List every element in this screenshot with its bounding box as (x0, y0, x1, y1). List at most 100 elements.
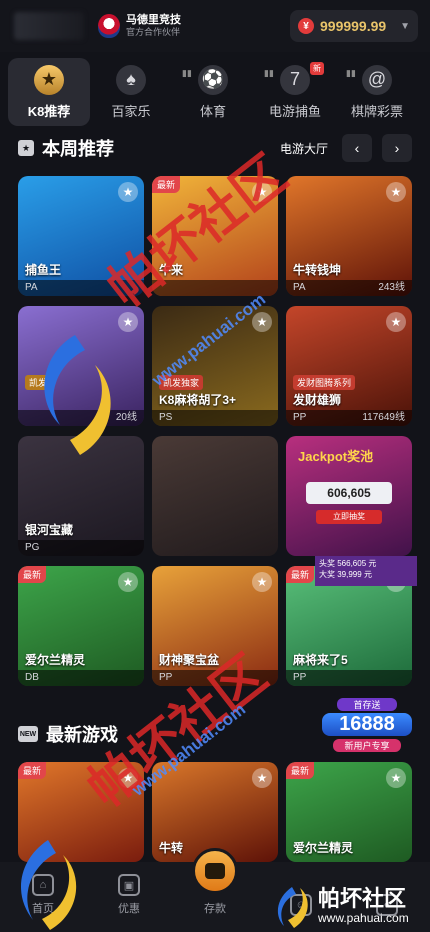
game-provider: PP (159, 672, 173, 683)
favorite-star-icon[interactable]: ★ (386, 312, 406, 332)
tab-k8-recommend[interactable]: ★ K8推荐 (8, 58, 90, 126)
game-card[interactable]: ★ 捕鱼王 PA (18, 176, 144, 296)
game-provider: PS (159, 412, 173, 423)
currency-icon: ¥ (298, 18, 314, 34)
game-provider: DB (25, 672, 39, 683)
home-icon: ⌂ (32, 874, 54, 896)
app-logo[interactable] (14, 12, 84, 40)
signal-icon: ▮▮ (346, 68, 356, 78)
medal-icon: ★ (34, 64, 64, 95)
corner-logo-name: 帕坏社区 (318, 886, 407, 911)
tab-label: 体育 (199, 103, 226, 119)
nav-label: 优惠 (118, 903, 140, 915)
gift-icon: ▣ (118, 874, 140, 896)
nav-promotions[interactable]: ▣ 优惠 (86, 862, 172, 932)
sponsor-subtitle: 官方合作伙伴 (126, 27, 181, 37)
new-tag: 最新 (18, 762, 47, 779)
favorite-star-icon[interactable]: ★ (252, 768, 272, 788)
game-card[interactable]: ★ 发财图腾系列 发财雄狮 PP 117649线 (286, 306, 412, 426)
game-provider: PP (293, 412, 307, 423)
favorite-star-icon[interactable]: ★ (118, 768, 138, 788)
game-card[interactable]: 银河宝藏 PG (18, 436, 144, 556)
prize-unit: 元 (363, 570, 372, 579)
game-provider: PA (293, 282, 306, 293)
prize-value: 39,999 (337, 570, 362, 579)
new-tag: 最新 (286, 566, 315, 583)
game-name: 牛来 (159, 263, 184, 277)
weekly-games-grid: ★ 捕鱼王 PA 最新 ★ 牛来 ★ 牛转钱坤 PA 243线 ★ 凯发 20线… (18, 176, 412, 686)
new-tag: 最新 (152, 176, 181, 193)
slot-seven-icon: 7 (280, 64, 310, 95)
game-name: 爱尔兰精灵 (25, 653, 86, 667)
poker-chip-icon: @ (362, 64, 392, 95)
next-button[interactable]: › (382, 134, 412, 162)
prev-button[interactable]: ‹ (342, 134, 372, 162)
balance-value: 999999.99 (320, 18, 387, 34)
signal-icon: ▮▮ (182, 68, 192, 78)
game-card[interactable]: 最新 ★ 爱尔兰精灵 (286, 762, 412, 862)
club-crest-icon (98, 14, 120, 38)
favorite-star-icon[interactable]: ★ (386, 182, 406, 202)
deposit-bonus-promo[interactable]: 首存送 16888 新用户专享 (322, 698, 412, 768)
prize-value: 566,605 (337, 559, 367, 568)
game-name: K8麻将胡了3+ (159, 393, 237, 407)
new-badge: 新 (310, 62, 324, 75)
prize-label: 大奖 (319, 570, 335, 579)
tab-label: 百家乐 (111, 103, 151, 119)
favorite-star-icon[interactable]: ★ (118, 572, 138, 592)
game-lines: 243线 (378, 282, 405, 293)
nav-home[interactable]: ⌂ 首页 (0, 862, 86, 932)
promo-chip: 凯发 (25, 375, 52, 390)
game-card[interactable]: 最新 ★ 爱尔兰精灵 DB (18, 566, 144, 686)
favorite-star-icon[interactable]: ★ (118, 312, 138, 332)
game-name: 银河宝藏 (25, 523, 74, 537)
nav-label: 首页 (32, 903, 54, 915)
slots-hall-link[interactable]: 电游大厅 (280, 140, 328, 157)
game-name: 牛转 (159, 841, 184, 855)
game-provider: PG (25, 542, 40, 553)
jackpot-card[interactable]: Jackpot奖池 606,605 立即抽奖 (286, 436, 412, 556)
favorite-star-icon[interactable]: ★ (252, 182, 272, 202)
game-provider: PP (293, 672, 307, 683)
category-tabs: ★ K8推荐 ♠ 百家乐 ▮▮ ⚽ 体育 ▮▮ 新 7 电游捕鱼 ▮▮ @ 棋牌… (8, 58, 422, 126)
favorite-star-icon[interactable]: ★ (118, 182, 138, 202)
prize-unit: 元 (368, 559, 377, 568)
game-name: 爱尔兰精灵 (293, 841, 354, 855)
watermark-corner-logo: 帕坏社区 www.pahuai.com (270, 880, 430, 932)
tab-baccarat[interactable]: ♠ 百家乐 (90, 58, 172, 126)
game-card[interactable]: ★ 凯发 20线 (18, 306, 144, 426)
sponsor-title: 马德里竞技 (126, 14, 181, 26)
game-name: 发财雄狮 (293, 393, 342, 407)
game-card[interactable]: 最新 ★ (18, 762, 144, 862)
tab-sports[interactable]: ▮▮ ⚽ 体育 (172, 58, 254, 126)
tab-label: 电游捕鱼 (268, 103, 321, 119)
nav-deposit[interactable]: 存款 (172, 848, 258, 932)
favorite-star-icon[interactable]: ★ (386, 768, 406, 788)
promo-button[interactable]: 新用户专享 (333, 739, 401, 752)
jackpot-prize-list: 头奖 566,605 元 大奖 39,999 元 (315, 556, 417, 586)
corner-logo-url: www.pahuai.com (318, 911, 409, 925)
game-card[interactable]: ★ 财神聚宝盆 PP (152, 566, 278, 686)
promo-amount: 16888 (322, 713, 412, 736)
tab-cards-lottery[interactable]: ▮▮ @ 棋牌彩票 (336, 58, 418, 126)
game-card[interactable]: ★ 牛转 (152, 762, 278, 862)
promo-top-label: 首存送 (337, 698, 397, 711)
chevron-down-icon: ▼ (400, 20, 410, 32)
game-card[interactable]: ★ 凯发独家 K8麻将胡了3+ PS (152, 306, 278, 426)
favorite-star-icon[interactable]: ★ (252, 312, 272, 332)
top-header: 马德里竞技 官方合作伙伴 ¥ 999999.99 ▼ (0, 0, 430, 52)
game-card[interactable]: 最新 ★ 牛来 (152, 176, 278, 296)
fish-logo-icon (277, 887, 308, 928)
balance-dropdown[interactable]: ¥ 999999.99 ▼ (290, 10, 418, 42)
game-card[interactable]: ★ 牛转钱坤 PA 243线 (286, 176, 412, 296)
signal-icon: ▮▮ (264, 68, 274, 78)
favorite-star-icon[interactable]: ★ (252, 572, 272, 592)
newest-games-grid: 最新 ★ ★ 牛转 最新 ★ 爱尔兰精灵 (18, 762, 412, 862)
game-card[interactable] (152, 436, 278, 556)
draw-button[interactable]: 立即抽奖 (316, 510, 382, 524)
prize-label: 头奖 (319, 559, 335, 568)
new-tag: 最新 (18, 566, 47, 583)
section-title: 本周推荐 (42, 139, 114, 159)
weekly-icon: ★ (18, 140, 34, 156)
tab-slots-fishing[interactable]: ▮▮ 新 7 电游捕鱼 (254, 58, 336, 126)
